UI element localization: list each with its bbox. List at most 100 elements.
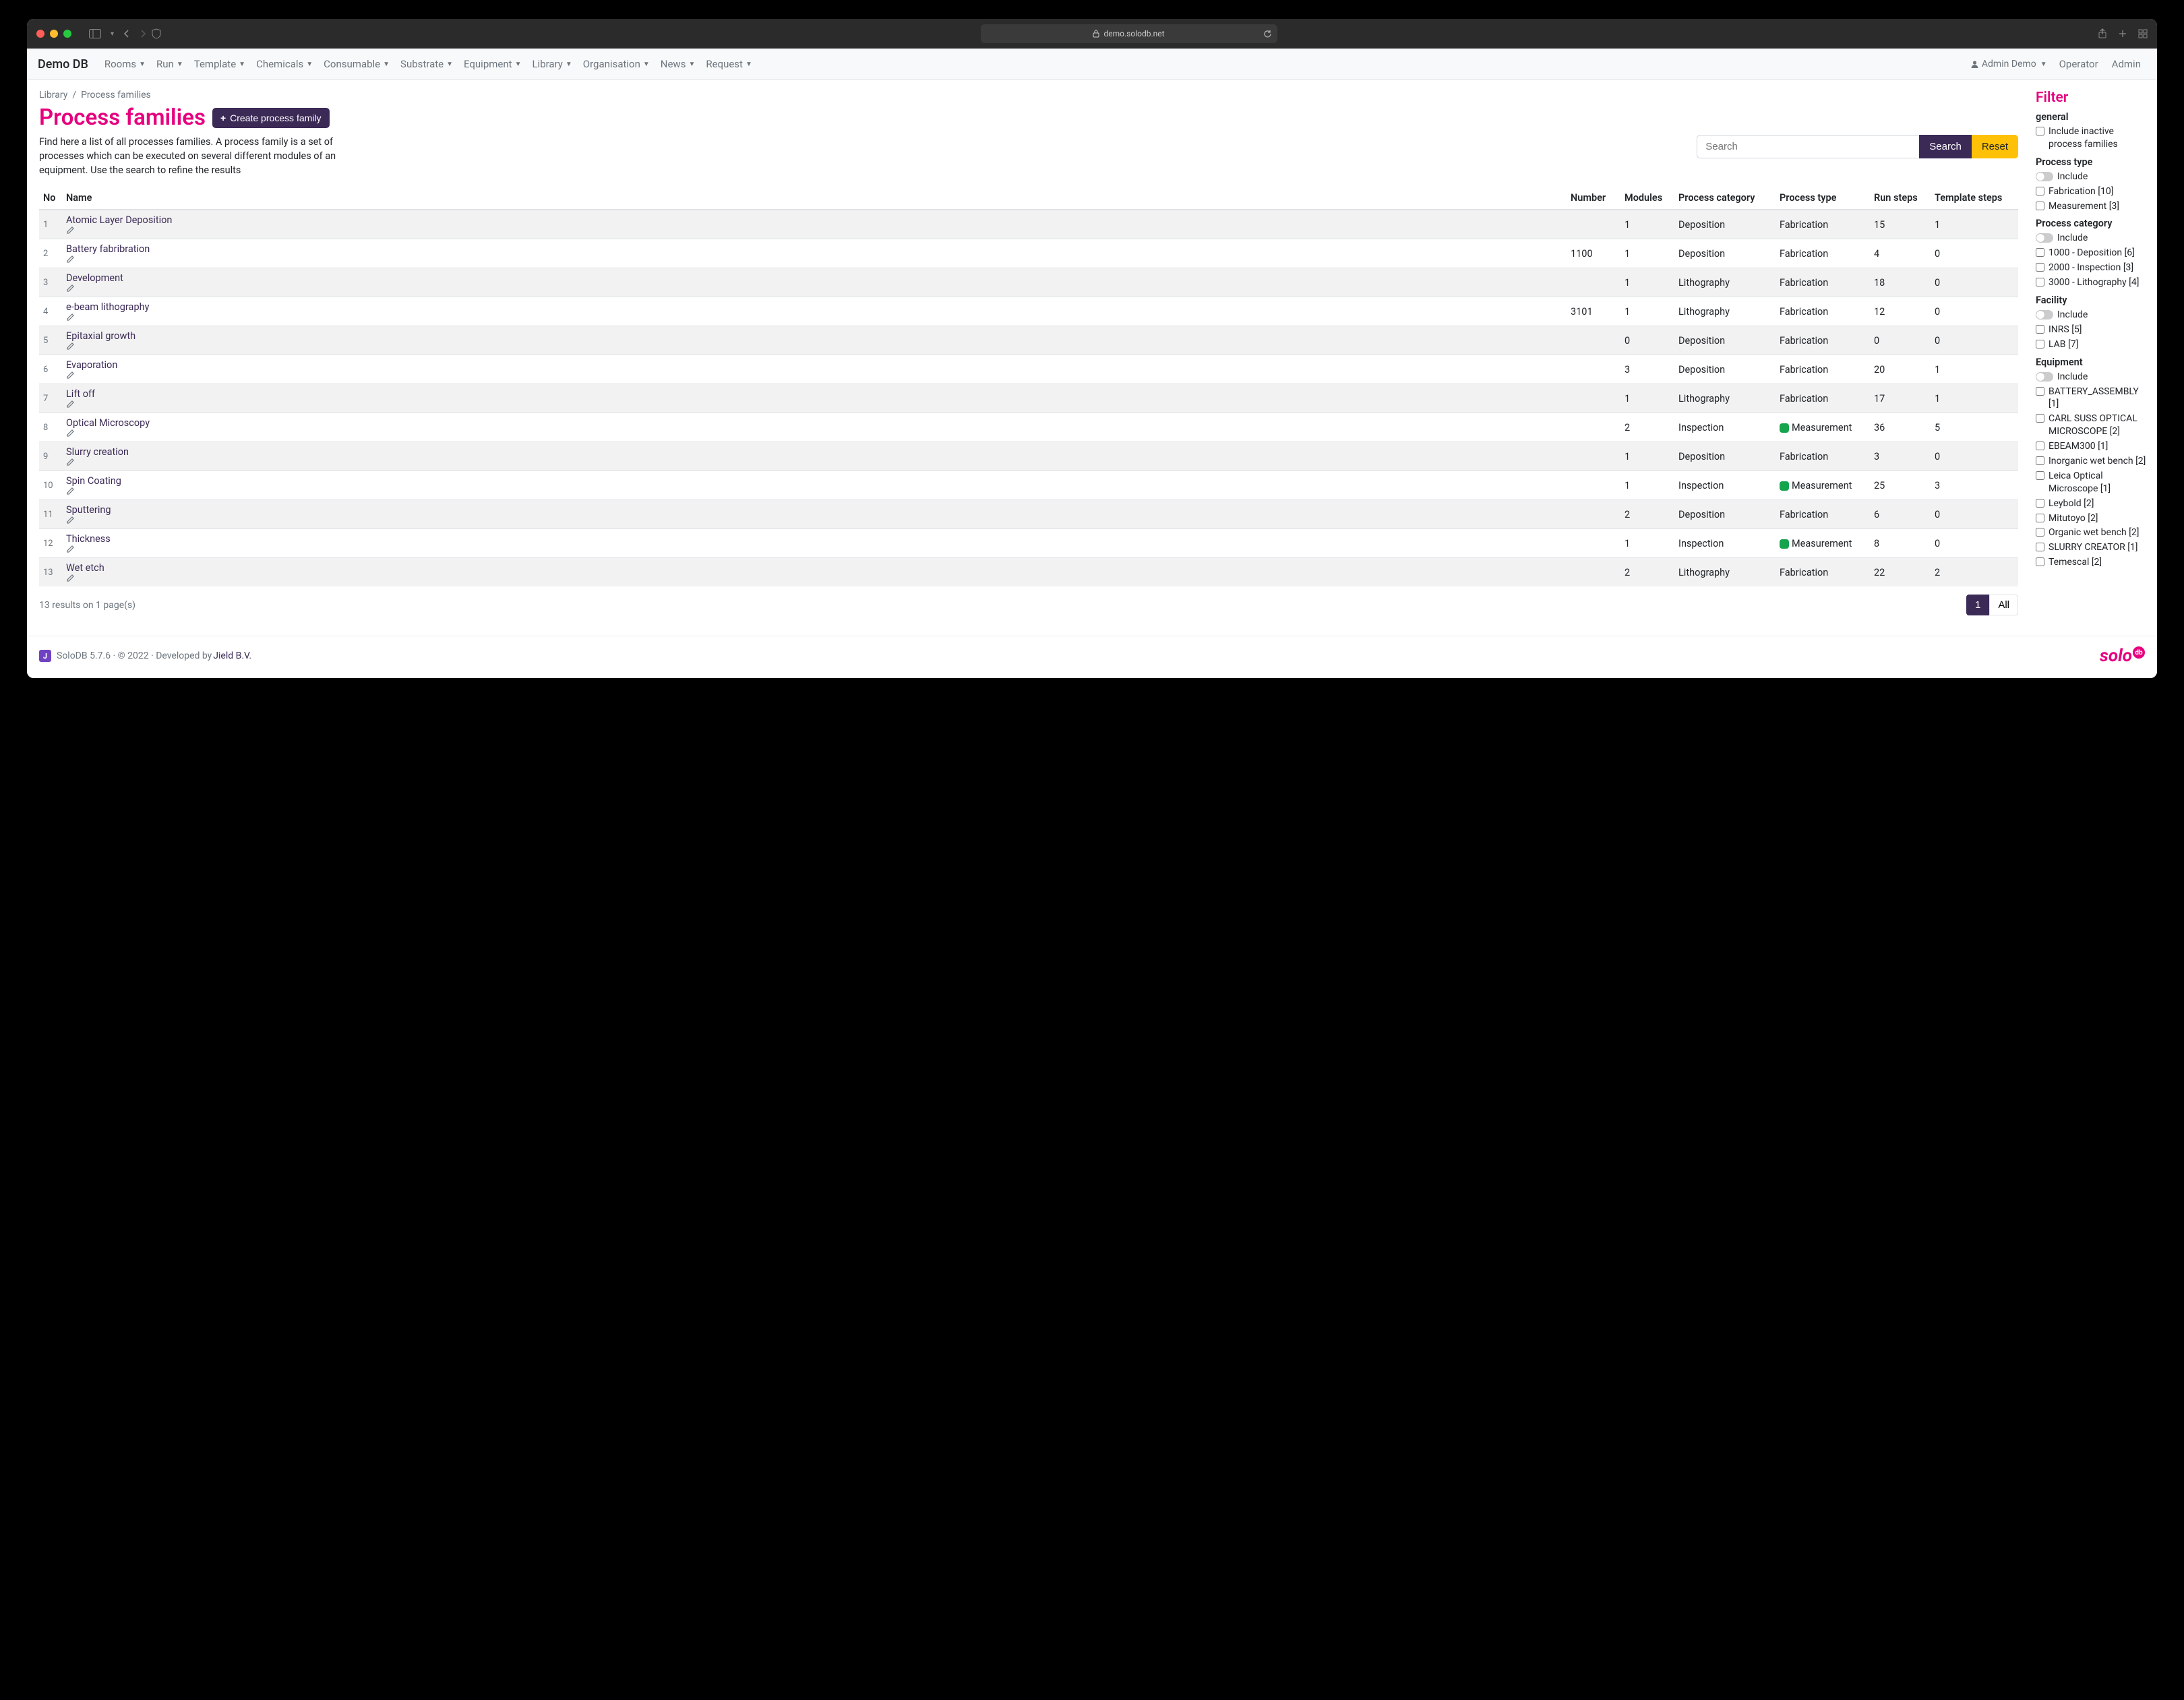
col-category[interactable]: Process category: [1674, 187, 1776, 210]
process-name-link[interactable]: Battery fabribration: [66, 243, 150, 255]
filter-option[interactable]: 1000 - Deposition [6]: [2036, 247, 2148, 260]
filter-option[interactable]: Leica Optical Microscope [1]: [2036, 470, 2148, 495]
filter-checkbox[interactable]: [2036, 248, 2044, 257]
minimize-window-button[interactable]: [50, 30, 58, 38]
nav-organisation[interactable]: Organisation ▼: [578, 54, 655, 74]
nav-substrate[interactable]: Substrate ▼: [395, 54, 458, 74]
process-name-link[interactable]: Evaporation: [66, 359, 117, 371]
filter-checkbox[interactable]: [2036, 187, 2044, 195]
filter-option[interactable]: LAB [7]: [2036, 338, 2148, 351]
filter-checkbox[interactable]: [2036, 325, 2044, 334]
filter-checkbox[interactable]: [2036, 340, 2044, 348]
filter-option[interactable]: Temescal [2]: [2036, 556, 2148, 569]
process-name-link[interactable]: e-beam lithography: [66, 301, 149, 313]
col-type[interactable]: Process type: [1776, 187, 1870, 210]
nav-run[interactable]: Run ▼: [151, 54, 189, 74]
process-name-link[interactable]: Sputtering: [66, 504, 111, 516]
edit-icon[interactable]: [66, 313, 1563, 322]
share-icon[interactable]: [2098, 28, 2107, 39]
filter-checkbox[interactable]: [2036, 202, 2044, 210]
new-tab-icon[interactable]: [2118, 28, 2127, 39]
col-no[interactable]: No: [39, 187, 62, 210]
include-toggle[interactable]: [2036, 172, 2053, 181]
process-name-link[interactable]: Epitaxial growth: [66, 330, 135, 342]
process-name-link[interactable]: Optical Microscopy: [66, 417, 150, 429]
filter-checkbox[interactable]: [2036, 528, 2044, 537]
filter-checkbox[interactable]: [2036, 414, 2044, 423]
close-window-button[interactable]: [36, 30, 44, 38]
nav-template[interactable]: Template ▼: [189, 54, 251, 74]
process-name-link[interactable]: Thickness: [66, 533, 111, 545]
edit-icon[interactable]: [66, 458, 1563, 466]
chevron-down-icon[interactable]: ▾: [111, 30, 114, 38]
sidebar-toggle-icon[interactable]: [89, 29, 101, 38]
brand[interactable]: Demo DB: [38, 57, 88, 71]
filter-option[interactable]: BATTERY_ASSEMBLY [1]: [2036, 386, 2148, 411]
col-run[interactable]: Run steps: [1870, 187, 1931, 210]
process-name-link[interactable]: Spin Coating: [66, 475, 121, 487]
filter-checkbox[interactable]: [2036, 471, 2044, 480]
filter-option[interactable]: SLURRY CREATOR [1]: [2036, 541, 2148, 554]
filter-option[interactable]: 2000 - Inspection [3]: [2036, 262, 2148, 274]
col-number[interactable]: Number: [1567, 187, 1620, 210]
edit-icon[interactable]: [66, 487, 1563, 495]
nav-news[interactable]: News ▼: [655, 54, 701, 74]
filter-option[interactable]: CARL SUSS OPTICAL MICROSCOPE [2]: [2036, 413, 2148, 438]
process-name-link[interactable]: Development: [66, 272, 123, 284]
tab-overview-icon[interactable]: [2138, 28, 2148, 39]
filter-checkbox[interactable]: [2036, 278, 2044, 286]
shield-icon[interactable]: [152, 28, 161, 39]
footer-link[interactable]: Jield B.V.: [213, 650, 251, 661]
search-button[interactable]: Search: [1919, 135, 1972, 158]
edit-icon[interactable]: [66, 342, 1563, 351]
nav-request[interactable]: Request ▼: [700, 54, 758, 74]
edit-icon[interactable]: [66, 429, 1563, 437]
forward-button[interactable]: [140, 29, 146, 38]
edit-icon[interactable]: [66, 545, 1563, 553]
breadcrumb-root[interactable]: Library: [39, 90, 67, 100]
process-name-link[interactable]: Atomic Layer Deposition: [66, 214, 172, 226]
filter-checkbox[interactable]: [2036, 442, 2044, 450]
maximize-window-button[interactable]: [63, 30, 71, 38]
user-menu[interactable]: Admin Demo ▼: [1970, 59, 2047, 69]
nav-consumable[interactable]: Consumable ▼: [318, 54, 395, 74]
col-tmpl[interactable]: Template steps: [1931, 187, 2018, 210]
filter-option[interactable]: Mitutoyo [2]: [2036, 512, 2148, 525]
create-process-family-button[interactable]: + Create process family: [212, 108, 330, 128]
filter-option[interactable]: INRS [5]: [2036, 324, 2148, 336]
include-toggle[interactable]: [2036, 372, 2053, 382]
filter-option[interactable]: Fabrication [10]: [2036, 185, 2148, 198]
filter-checkbox[interactable]: [2036, 456, 2044, 465]
col-name[interactable]: Name: [62, 187, 1567, 210]
filter-option[interactable]: Include inactive process families: [2036, 125, 2148, 151]
page-1[interactable]: 1: [1966, 595, 1989, 615]
include-toggle[interactable]: [2036, 233, 2053, 243]
nav-operator[interactable]: Operator: [2054, 54, 2104, 74]
filter-option[interactable]: Measurement [3]: [2036, 200, 2148, 213]
edit-icon[interactable]: [66, 400, 1563, 408]
edit-icon[interactable]: [66, 516, 1563, 524]
col-modules[interactable]: Modules: [1620, 187, 1674, 210]
nav-library[interactable]: Library ▼: [526, 54, 577, 74]
filter-checkbox[interactable]: [2036, 263, 2044, 272]
back-button[interactable]: [123, 29, 130, 38]
filter-option[interactable]: Organic wet bench [2]: [2036, 526, 2148, 539]
filter-checkbox[interactable]: [2036, 499, 2044, 508]
process-name-link[interactable]: Slurry creation: [66, 446, 129, 458]
filter-checkbox[interactable]: [2036, 543, 2044, 551]
process-name-link[interactable]: Lift off: [66, 388, 95, 400]
nav-admin[interactable]: Admin: [2106, 54, 2146, 74]
edit-icon[interactable]: [66, 284, 1563, 293]
edit-icon[interactable]: [66, 255, 1563, 264]
filter-checkbox[interactable]: [2036, 557, 2044, 566]
reset-button[interactable]: Reset: [1972, 135, 2018, 158]
filter-checkbox[interactable]: [2036, 127, 2044, 135]
edit-icon[interactable]: [66, 574, 1563, 582]
filter-option[interactable]: Leybold [2]: [2036, 497, 2148, 510]
nav-chemicals[interactable]: Chemicals ▼: [251, 54, 318, 74]
search-input[interactable]: [1697, 135, 1919, 158]
reload-icon[interactable]: [1263, 30, 1272, 38]
page-all[interactable]: All: [1989, 595, 2018, 615]
include-toggle[interactable]: [2036, 310, 2053, 320]
address-bar[interactable]: demo.solodb.net: [981, 24, 1277, 43]
